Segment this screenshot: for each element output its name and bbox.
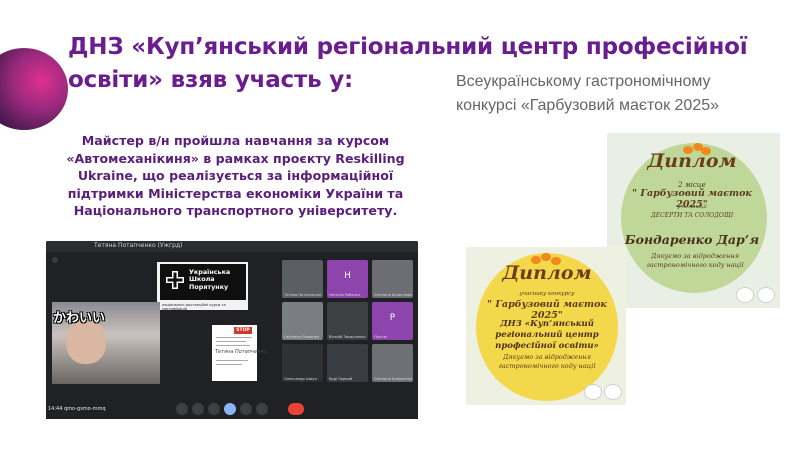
diploma-subtitle: учаснику конкурсу (519, 291, 575, 297)
emblem-icon (757, 287, 775, 303)
present-button[interactable] (240, 403, 252, 415)
mic-button[interactable] (176, 403, 188, 415)
participant-face (66, 320, 106, 364)
leave-call-button[interactable] (288, 403, 304, 415)
course-description: Майстер в/н пройшла навчання за курсом «… (66, 133, 405, 218)
photo-sticker: かわいい (53, 311, 106, 326)
decorative-blob (0, 48, 68, 130)
certificate-line (216, 345, 250, 347)
participant-tile[interactable]: Тетяна Потапченко (282, 260, 323, 298)
meeting-time-and-code: 14:44 qmo-gsmo-mmq (48, 406, 106, 412)
diploma-contest: " Гарбузовий маєток 2025" (487, 299, 607, 321)
emblem-icon (604, 384, 622, 400)
captions-button[interactable] (208, 403, 220, 415)
certificate-line (216, 364, 242, 366)
more-options-button[interactable] (256, 403, 268, 415)
meeting-title-bar: Тетяна Потапченко (Ужгрд) (46, 241, 418, 252)
participant-tile[interactable]: Ерді Чорний (327, 344, 368, 382)
certificate-signature: Тетяна Потапченко (215, 349, 267, 355)
meeting-code: qmo-gsmo-mmq (64, 406, 106, 412)
diploma-nomination: ДЕСЕРТИ ТА СОЛОДОЩІ (650, 212, 734, 219)
diploma-recipient: ДНЗ «Куп’янський регіональний центр проф… (495, 319, 599, 351)
pumpkin-icon (541, 253, 551, 261)
certificate-line (216, 337, 252, 339)
diploma-title: Диплом (647, 150, 737, 172)
certificate-line (216, 360, 248, 362)
diploma-recipient: Бондаренко Дар’я (624, 232, 760, 247)
participant-tile[interactable]: Н Наталія Рибалка (327, 260, 368, 298)
meeting-time: 14:44 (48, 406, 63, 412)
diploma-nomination-label: у номінації (677, 204, 707, 210)
cross-icon (166, 271, 184, 289)
participant-tile[interactable]: Світлана Коваленко (372, 344, 413, 382)
certificate-line (216, 341, 246, 343)
emblem-icon (584, 384, 602, 400)
participant-tile[interactable]: Світлана Ляшенко (282, 302, 323, 340)
certificate-logo: STOP (234, 327, 252, 334)
camera-button[interactable] (192, 403, 204, 415)
diploma-thanks: Дякуємо за відродження гастрономічного к… (646, 252, 744, 269)
school-logo-subtitle: національні дистанційні курси та сертифі… (162, 303, 226, 311)
diploma-title: Диплом (502, 262, 592, 284)
camera-dot-icon (52, 257, 58, 263)
participant-tile[interactable]: Віталій Захарченко (327, 302, 368, 340)
contest-line-1: Всеукраїнському гастрономічному (456, 73, 711, 90)
school-logo-text: Українська Школа Порятунку (189, 268, 231, 291)
contest-line-2: конкурсі «Гарбузовий маєток 2025» (456, 97, 720, 114)
meeting-window-title: Тетяна Потапченко (Ужгрд) (94, 242, 183, 249)
diploma-thanks: Дякуємо за відродження гастрономічного к… (498, 353, 596, 370)
participant-tile[interactable]: Олександр Шмул (282, 344, 323, 382)
emblem-icon (736, 287, 754, 303)
participant-tile[interactable]: Світлана Берестова (372, 260, 413, 298)
participant-tile[interactable]: P Поліна (372, 302, 413, 340)
raise-hand-button[interactable] (224, 403, 236, 415)
contest-text: Всеукраїнському гастрономічному конкурсі… (456, 70, 786, 118)
